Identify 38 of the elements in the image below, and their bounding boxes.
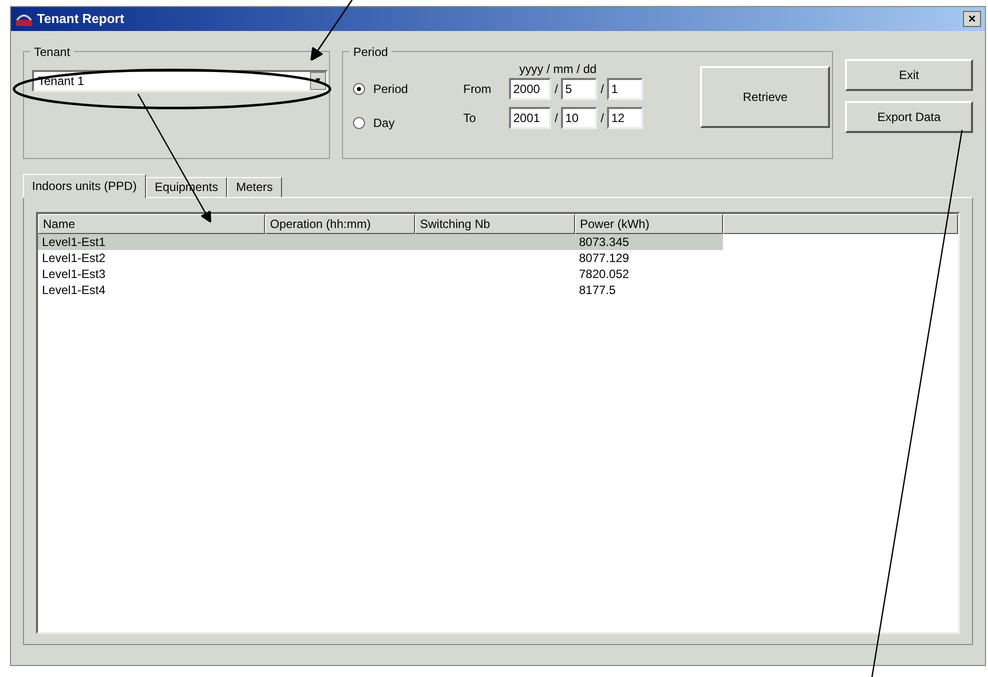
dialog-button[interactable]: Exit: [845, 59, 973, 91]
date-field[interactable]: 12: [607, 107, 644, 129]
date-label: To: [463, 110, 477, 127]
radio-option[interactable]: Day: [353, 114, 408, 132]
table-cell-text: Level1-Est1: [41, 234, 106, 250]
column-header[interactable]: Switching Nb: [415, 214, 575, 234]
dialog-button[interactable]: Export Data: [845, 101, 973, 133]
date-label: From: [463, 81, 492, 98]
date-field[interactable]: 2000: [509, 78, 552, 100]
table-cell-text: Level1-Est2: [41, 250, 106, 266]
date-format-label: yyyy / mm / dd: [519, 61, 597, 78]
window-title: Tenant Report: [37, 10, 126, 28]
table-cell-text: 8177.5: [578, 282, 617, 298]
date-separator: /: [600, 81, 605, 98]
radio-option[interactable]: Period: [353, 80, 408, 98]
table-row[interactable]: Level1-Est1 8073.345: [38, 234, 723, 250]
table-row[interactable]: Level1-Est3 7820.052: [38, 266, 723, 282]
date-separator: /: [600, 110, 605, 127]
date-field[interactable]: 2001: [509, 107, 552, 129]
date-separator: /: [554, 110, 559, 127]
date-field[interactable]: 5: [561, 78, 598, 100]
close-button[interactable]: ×: [963, 11, 981, 27]
retrieve-button[interactable]: Retrieve: [700, 66, 830, 128]
column-header[interactable]: Power (kWh): [575, 214, 723, 234]
column-header[interactable]: Operation (hh:mm): [265, 214, 415, 234]
column-header[interactable]: Name: [38, 214, 265, 234]
tab[interactable]: Meters: [227, 177, 282, 197]
date-field[interactable]: 10: [561, 107, 598, 129]
table-cell-text: Level1-Est3: [41, 266, 106, 282]
table-cell-text: 8077.129: [578, 250, 630, 266]
date-field[interactable]: 1: [607, 78, 644, 100]
tab[interactable]: Indoors units (PPD): [23, 174, 146, 198]
date-separator: /: [554, 81, 559, 98]
table-cell-text: 8073.345: [578, 234, 630, 250]
table-row[interactable]: Level1-Est2 8077.129: [38, 250, 723, 266]
table-cell-text: Level1-Est4: [41, 282, 106, 298]
table-cell-text: 7820.052: [578, 266, 630, 282]
table-row[interactable]: Level1-Est4 8177.5: [38, 282, 723, 298]
